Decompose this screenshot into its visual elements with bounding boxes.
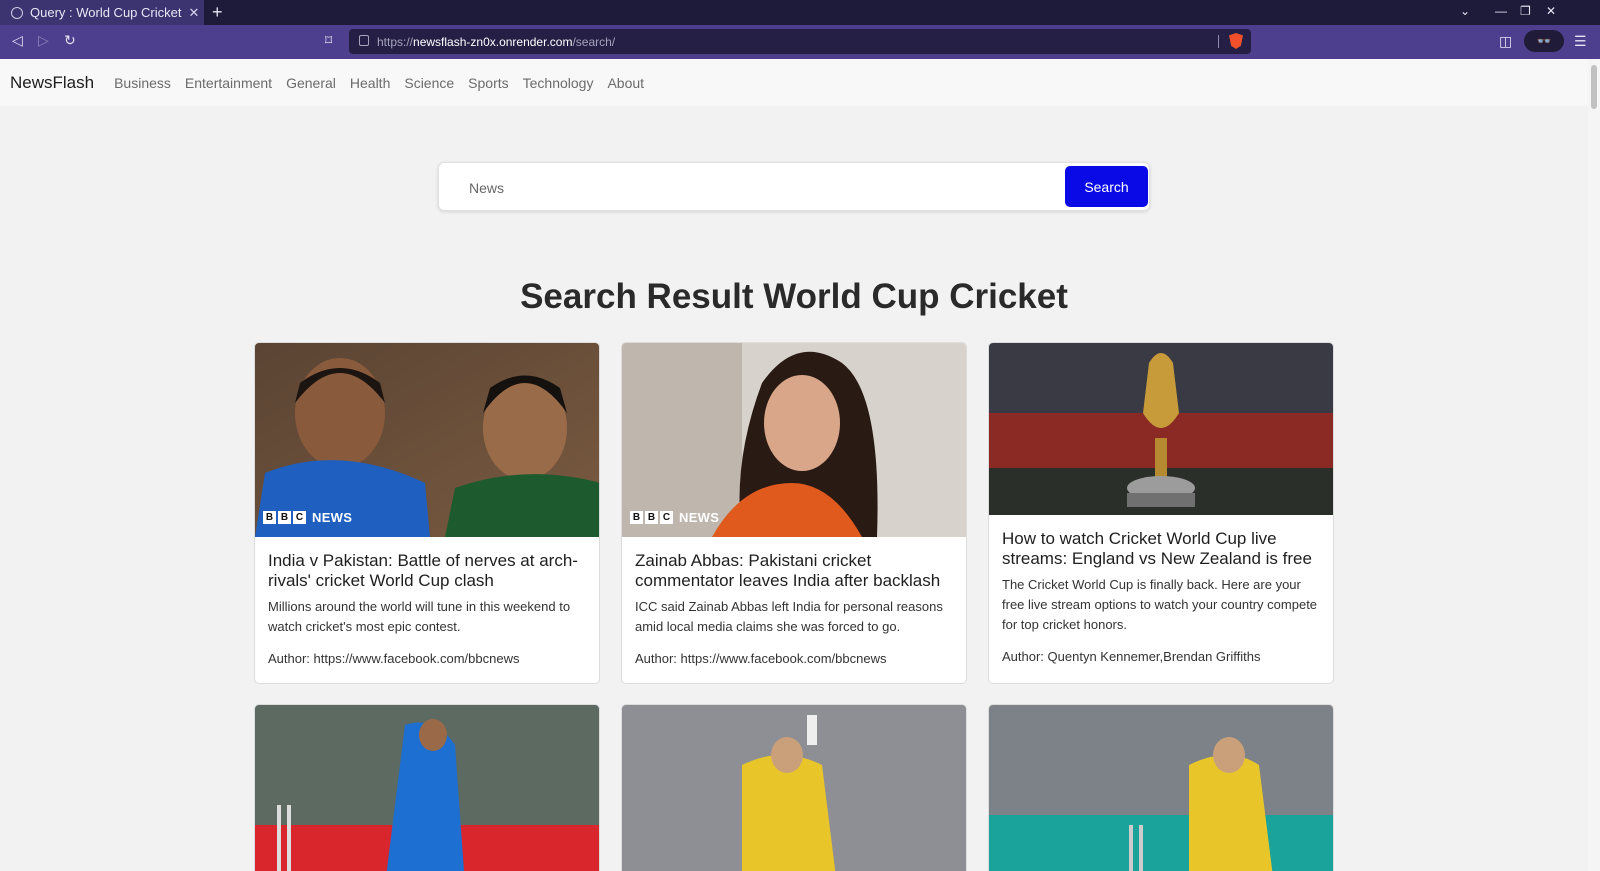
nav-link-sports[interactable]: Sports [468,75,508,91]
sidebar-icon[interactable]: ◫ [1499,33,1512,50]
window-close-icon[interactable]: ✕ [1546,4,1556,18]
minimize-icon[interactable]: — [1495,4,1507,18]
nav-link-general[interactable]: General [286,75,336,91]
back-icon[interactable]: ◁ [12,32,23,49]
article-description: ICC said Zainab Abbas left India for per… [635,599,943,634]
browser-tabbar: Query : World Cup Cricket ✕ + ⌄ — ❐ ✕ [0,0,1600,25]
search-form: Search [438,162,1150,211]
restore-icon[interactable]: ❐ [1520,4,1531,18]
article-author: Author: https://www.facebook.com/bbcnews [635,651,887,666]
nav-link-technology[interactable]: Technology [523,75,594,91]
nav-link-health[interactable]: Health [350,75,390,91]
article-card[interactable] [254,704,600,871]
article-author: Author: Quentyn Kennemer,Brendan Griffit… [1002,649,1261,664]
article-description: Millions around the world will tune in t… [268,599,571,634]
url-path: /search/ [572,34,616,49]
new-tab-icon[interactable]: + [212,2,223,22]
forward-icon[interactable]: ▷ [38,32,49,49]
article-image[interactable]: BBC NEWS [622,343,966,537]
article-card[interactable]: BBC NEWS India v Pakistan: Battle of ner… [254,342,600,684]
nav-link-business[interactable]: Business [114,75,171,91]
site-info-icon[interactable] [359,35,369,46]
article-card[interactable]: How to watch Cricket World Cup live stre… [988,342,1334,684]
article-photo [989,343,1333,515]
site-navbar: NewsFlash Business Entertainment General… [0,59,1588,106]
news-badge: NEWS [679,510,720,525]
article-image[interactable] [989,343,1333,515]
menu-icon[interactable]: ☰ [1574,33,1587,50]
address-bar[interactable]: https://newsflash-zn0x.onrender.com/sear… [349,29,1251,54]
vpn-icon[interactable]: 👓 [1524,30,1564,52]
article-card[interactable] [621,704,967,871]
news-badge: NEWS [312,510,353,525]
page-content: NewsFlash Business Entertainment General… [0,59,1588,871]
nav-link-entertainment[interactable]: Entertainment [185,75,272,91]
url-host: newsflash-zn0x.onrender.com [413,34,573,49]
chevron-down-icon[interactable]: ⌄ [1460,4,1470,18]
address-divider [1218,35,1219,48]
article-image[interactable]: BBC NEWS [255,343,599,537]
nav-link-about[interactable]: About [607,75,644,91]
reload-icon[interactable]: ↻ [64,32,76,49]
url-prefix: https:// [377,34,414,49]
article-card[interactable]: BBC NEWS Zainab Abbas: Pakistani cricket… [621,342,967,684]
article-title[interactable]: Zainab Abbas: Pakistani cricket commenta… [635,551,953,591]
article-image[interactable] [255,705,600,871]
page-scrollbar[interactable] [1588,59,1600,871]
article-author: Author: https://www.facebook.com/bbcnews [268,651,520,666]
bbc-news-logo: BBC NEWS [630,510,719,525]
browser-toolbar: ◁ ▷ ↻ ⌑ https://newsflash-zn0x.onrender.… [0,25,1600,59]
article-photo [255,343,599,537]
article-card[interactable] [988,704,1334,871]
article-description: The Cricket World Cup is finally back. H… [1002,577,1318,632]
article-title[interactable]: India v Pakistan: Battle of nerves at ar… [268,551,586,591]
nav-link-science[interactable]: Science [404,75,454,91]
article-image[interactable] [989,705,1334,871]
search-input[interactable] [469,176,1029,200]
article-image[interactable] [622,705,967,871]
article-photo [622,343,966,537]
results-heading: Search Result World Cup Cricket [520,277,1068,316]
tab-title: Query : World Cup Cricket [30,5,182,20]
brave-shield-icon[interactable] [1229,33,1243,49]
browser-tab[interactable]: Query : World Cup Cricket ✕ [0,0,204,25]
bbc-news-logo: BBC NEWS [263,510,352,525]
article-title[interactable]: How to watch Cricket World Cup live stre… [1002,529,1320,569]
scrollbar-thumb[interactable] [1591,65,1597,109]
site-brand[interactable]: NewsFlash [10,73,94,93]
search-button[interactable]: Search [1065,166,1148,207]
bookmark-icon[interactable]: ⌑ [325,32,332,49]
close-icon[interactable]: ✕ [184,5,204,21]
globe-icon [11,6,23,19]
